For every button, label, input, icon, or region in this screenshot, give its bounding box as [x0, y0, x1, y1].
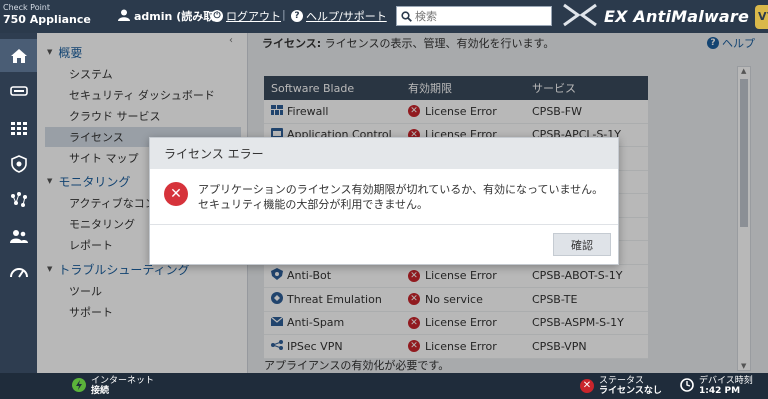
- dialog-title: ライセンス エラー: [150, 138, 618, 169]
- version-badge: V7: [755, 4, 768, 29]
- internet-status[interactable]: インターネット 接続: [72, 376, 154, 396]
- grid-icon[interactable]: [0, 111, 37, 144]
- gauge-icon[interactable]: [0, 255, 37, 288]
- network-icon[interactable]: [0, 183, 37, 216]
- product-logo: EX AntiMalware V7: [562, 2, 768, 31]
- brand-company: Check Point: [3, 3, 51, 12]
- internet-connected-icon: [72, 377, 86, 395]
- top-header: Check Point 750 Appliance admin (読み取 ⏻ ロ…: [0, 0, 768, 33]
- search-box: [396, 6, 552, 26]
- users-icon[interactable]: [0, 219, 37, 252]
- product-name: EX AntiMalware: [604, 7, 750, 26]
- license-error-dialog: ライセンス エラー ✕ アプリケーションのライセンス有効期限が切れているか、有効…: [149, 137, 619, 265]
- user-icon: [117, 9, 131, 24]
- left-rail: [0, 33, 37, 373]
- logout-link[interactable]: ⏻ ログアウト: [211, 8, 281, 24]
- time-value: 1:42 PM: [699, 386, 741, 396]
- ex-logo-icon: [562, 3, 598, 30]
- help-support-label: ヘルプ/サポート: [306, 10, 387, 23]
- search-input[interactable]: [415, 9, 547, 23]
- confirm-button[interactable]: 確認: [553, 233, 611, 256]
- brand-model: 750 Appliance: [3, 13, 91, 26]
- user-label: admin (読み取: [134, 10, 215, 23]
- search-icon[interactable]: [397, 7, 415, 25]
- brand: Check Point 750 Appliance: [3, 3, 113, 27]
- error-icon: ✕: [580, 379, 594, 393]
- device-time[interactable]: デバイス時刻 1:42 PM: [680, 376, 753, 396]
- status-bar: インターネット 接続 ✕ ステータス ライセンスなし デバイス時刻 1:42 P…: [0, 373, 768, 399]
- dialog-body: ✕ アプリケーションのライセンス有効期限が切れているか、有効になっていません。セ…: [164, 182, 604, 212]
- internet-state: 接続: [91, 386, 110, 396]
- help-icon: ?: [291, 10, 303, 22]
- logout-label: ログアウト: [226, 10, 281, 23]
- dialog-footer: 確認: [150, 224, 618, 264]
- status-value: ライセンスなし: [599, 386, 662, 396]
- user-menu[interactable]: admin (読み取: [117, 8, 214, 24]
- status-label: ステータス: [599, 376, 645, 386]
- internet-label: インターネット: [91, 376, 155, 386]
- time-label: デバイス時刻: [699, 376, 753, 386]
- clock-icon: [680, 377, 694, 395]
- logout-icon: ⏻: [211, 10, 223, 22]
- home-icon[interactable]: [0, 39, 37, 72]
- dialog-message: アプリケーションのライセンス有効期限が切れているか、有効になっていません。セキュ…: [198, 183, 604, 211]
- header-separator: |: [282, 8, 286, 21]
- shield-icon[interactable]: [0, 147, 37, 180]
- device-icon[interactable]: [0, 74, 37, 107]
- error-icon: ✕: [164, 182, 188, 206]
- license-status[interactable]: ✕ ステータス ライセンスなし: [580, 376, 662, 396]
- help-support-link[interactable]: ? ヘルプ/サポート: [291, 8, 387, 24]
